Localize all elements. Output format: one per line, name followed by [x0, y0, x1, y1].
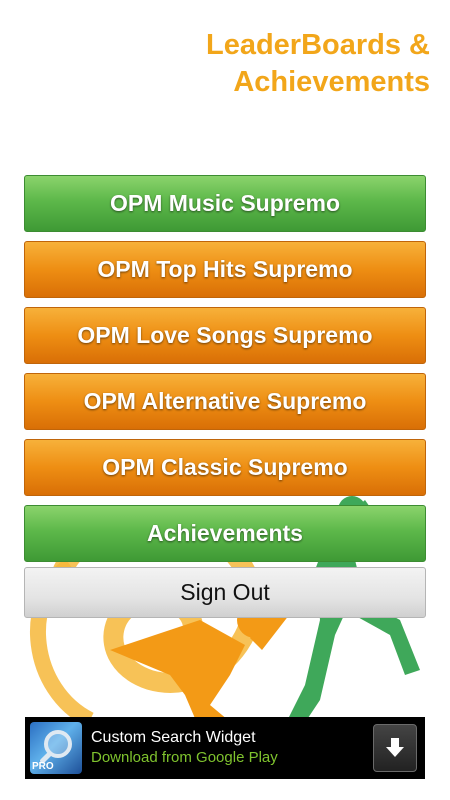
leaderboard-menu: OPM Music Supremo OPM Top Hits Supremo O… — [24, 175, 426, 627]
pro-badge: PRO — [32, 761, 54, 772]
opm-alternative-supremo-button[interactable]: OPM Alternative Supremo — [24, 373, 426, 430]
opm-love-songs-supremo-button[interactable]: OPM Love Songs Supremo — [24, 307, 426, 364]
page-title-line-2: Achievements — [233, 66, 430, 98]
achievements-button[interactable]: Achievements — [24, 505, 426, 562]
page-title-line-1: LeaderBoards & — [205, 29, 430, 61]
sign-out-button[interactable]: Sign Out — [24, 567, 426, 618]
ad-subtitle: Download from Google Play — [91, 749, 278, 766]
page-title: LeaderBoards & Achievements — [206, 27, 430, 101]
magnifier-icon: PRO — [30, 722, 82, 774]
opm-music-supremo-button[interactable]: OPM Music Supremo — [24, 175, 426, 232]
ad-app-name: Custom Search Widget — [91, 729, 256, 746]
ad-text: Custom Search Widget Download from Googl… — [91, 728, 373, 768]
download-arrow-icon — [386, 738, 404, 757]
opm-classic-supremo-button[interactable]: OPM Classic Supremo — [24, 439, 426, 496]
ad-banner[interactable]: PRO Custom Search Widget Download from G… — [25, 717, 425, 779]
opm-top-hits-supremo-button[interactable]: OPM Top Hits Supremo — [24, 241, 426, 298]
download-button[interactable] — [373, 724, 417, 772]
